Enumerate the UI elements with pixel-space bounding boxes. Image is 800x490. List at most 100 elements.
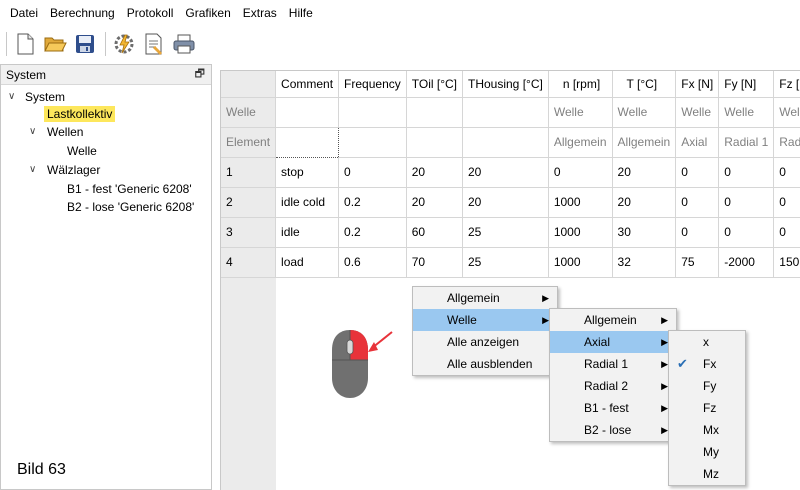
table-cell[interactable] xyxy=(406,97,464,128)
table-cell[interactable]: Allgemein xyxy=(612,127,677,158)
focused-cell[interactable] xyxy=(275,126,340,158)
table-cell[interactable]: 30 xyxy=(612,217,677,248)
table-cell[interactable]: 25 xyxy=(462,247,549,278)
table-cell[interactable]: idle xyxy=(275,217,340,248)
menu-extras[interactable]: Extras xyxy=(237,0,283,27)
column-header[interactable]: Fz [N] xyxy=(773,71,800,98)
column-header[interactable]: TOil [°C] xyxy=(406,71,464,98)
column-header[interactable]: n [rpm] xyxy=(548,71,613,98)
table-cell[interactable] xyxy=(338,127,407,158)
table-cell[interactable]: 0 xyxy=(675,157,720,188)
table-cell[interactable]: Radial 1 xyxy=(718,127,775,158)
table-cell[interactable]: 20 xyxy=(462,157,549,188)
calculate-button[interactable] xyxy=(110,30,138,58)
axial-item-fy[interactable]: Fy xyxy=(669,375,745,397)
table-cell[interactable]: 0 xyxy=(675,217,720,248)
axial-item-mz[interactable]: Mz xyxy=(669,463,745,485)
table-cell[interactable]: 0 xyxy=(718,217,775,248)
table-cell[interactable] xyxy=(462,127,549,158)
submenu-item-axial[interactable]: Axial ▶ xyxy=(550,331,676,353)
table-cell[interactable]: 70 xyxy=(406,247,464,278)
submenu-item-radial-2[interactable]: Radial 2 ▶ xyxy=(550,375,676,397)
table-cell[interactable]: Allgemein xyxy=(548,127,613,158)
table-cell[interactable]: 0 xyxy=(675,187,720,218)
table-cell[interactable]: 20 xyxy=(612,187,677,218)
expand-wellen-icon[interactable]: ∨ xyxy=(29,124,36,140)
column-header[interactable]: Comment xyxy=(275,71,340,98)
table-cell[interactable]: 25 xyxy=(462,217,549,248)
tree-item-wellen[interactable]: Wellen xyxy=(47,124,83,140)
table-cell[interactable]: 150 xyxy=(773,247,800,278)
table-cell[interactable]: 32 xyxy=(612,247,677,278)
table-cell[interactable]: 20 xyxy=(462,187,549,218)
submenu-item-radial-1[interactable]: Radial 1 ▶ xyxy=(550,353,676,375)
tree-item-b1[interactable]: B1 - fest 'Generic 6208' xyxy=(67,181,192,197)
table-cell[interactable]: stop xyxy=(275,157,340,188)
table-cell[interactable]: 75 xyxy=(675,247,720,278)
table-cell[interactable]: 0 xyxy=(338,157,407,188)
expand-system-icon[interactable]: ∨ xyxy=(8,89,15,105)
menu-item-alle-anzeigen[interactable]: Alle anzeigen xyxy=(413,331,557,353)
menu-datei[interactable]: Datei xyxy=(4,0,44,27)
menu-berechnung[interactable]: Berechnung xyxy=(44,0,121,27)
column-header[interactable]: Fx [N] xyxy=(675,71,720,98)
table-cell[interactable]: 1000 xyxy=(548,187,613,218)
menu-item-welle[interactable]: Welle ▶ xyxy=(413,309,557,331)
table-cell[interactable]: 20 xyxy=(406,157,464,188)
axial-item-mx[interactable]: Mx xyxy=(669,419,745,441)
print-button[interactable] xyxy=(170,30,198,58)
table-cell[interactable]: 0 xyxy=(548,157,613,188)
table-cell[interactable]: Radial 2 xyxy=(773,127,800,158)
table-cell[interactable] xyxy=(338,97,407,128)
table-cell[interactable]: idle cold xyxy=(275,187,340,218)
table-cell[interactable]: 0.2 xyxy=(338,187,407,218)
axial-item-fx[interactable]: ✔ Fx xyxy=(669,353,745,375)
submenu-item-allgemein[interactable]: Allgemein ▶ xyxy=(550,309,676,331)
tree-item-b2[interactable]: B2 - lose 'Generic 6208' xyxy=(67,199,194,215)
table-cell[interactable]: 0 xyxy=(718,157,775,188)
table-cell[interactable]: Welle xyxy=(675,97,720,128)
table-cell[interactable] xyxy=(406,127,464,158)
table-cell[interactable]: 1000 xyxy=(548,247,613,278)
table-cell[interactable]: 0.6 xyxy=(338,247,407,278)
table-cell[interactable]: 60 xyxy=(406,217,464,248)
table-cell[interactable]: Welle xyxy=(548,97,613,128)
tree-item-lastkollektiv[interactable]: Lastkollektiv xyxy=(44,106,116,122)
table-cell[interactable]: 1000 xyxy=(548,217,613,248)
column-header[interactable]: Fy [N] xyxy=(718,71,775,98)
axial-item-fz[interactable]: Fz xyxy=(669,397,745,419)
submenu-item-b1-fest[interactable]: B1 - fest ▶ xyxy=(550,397,676,419)
save-button[interactable] xyxy=(71,30,99,58)
tree-item-welle[interactable]: Welle xyxy=(67,143,97,159)
column-header[interactable]: THousing [°C] xyxy=(462,71,549,98)
table-cell[interactable]: Welle xyxy=(612,97,677,128)
column-header[interactable]: Frequency xyxy=(338,71,407,98)
tree-item-waelzlager[interactable]: Wälzlager xyxy=(47,162,100,178)
table-cell[interactable] xyxy=(275,97,340,128)
menu-hilfe[interactable]: Hilfe xyxy=(283,0,319,27)
table-cell[interactable]: 0 xyxy=(773,217,800,248)
table-cell[interactable]: 0 xyxy=(773,157,800,188)
column-header[interactable]: T [°C] xyxy=(612,71,677,98)
expand-waelzlager-icon[interactable]: ∨ xyxy=(29,162,36,178)
table-cell[interactable] xyxy=(462,97,549,128)
open-folder-button[interactable] xyxy=(41,30,69,58)
table-cell[interactable]: 0.2 xyxy=(338,217,407,248)
table-cell[interactable]: Welle xyxy=(718,97,775,128)
menu-protokoll[interactable]: Protokoll xyxy=(121,0,180,27)
panel-pin-icon[interactable]: 🗗 xyxy=(195,65,205,84)
table-cell[interactable]: Welle xyxy=(773,97,800,128)
table-cell[interactable]: 0 xyxy=(718,187,775,218)
table-cell[interactable]: -2000 xyxy=(718,247,775,278)
table-cell[interactable]: Axial xyxy=(675,127,720,158)
menu-item-allgemein[interactable]: Allgemein ▶ xyxy=(413,287,557,309)
table-cell[interactable]: 0 xyxy=(773,187,800,218)
new-file-button[interactable] xyxy=(11,30,39,58)
tree-item-system[interactable]: System xyxy=(25,89,65,105)
axial-item-my[interactable]: My xyxy=(669,441,745,463)
table-cell[interactable]: 20 xyxy=(612,157,677,188)
axial-item-x[interactable]: x xyxy=(669,331,745,353)
menu-item-alle-ausblenden[interactable]: Alle ausblenden xyxy=(413,353,557,375)
report-button[interactable] xyxy=(140,30,168,58)
menu-grafiken[interactable]: Grafiken xyxy=(179,0,236,27)
